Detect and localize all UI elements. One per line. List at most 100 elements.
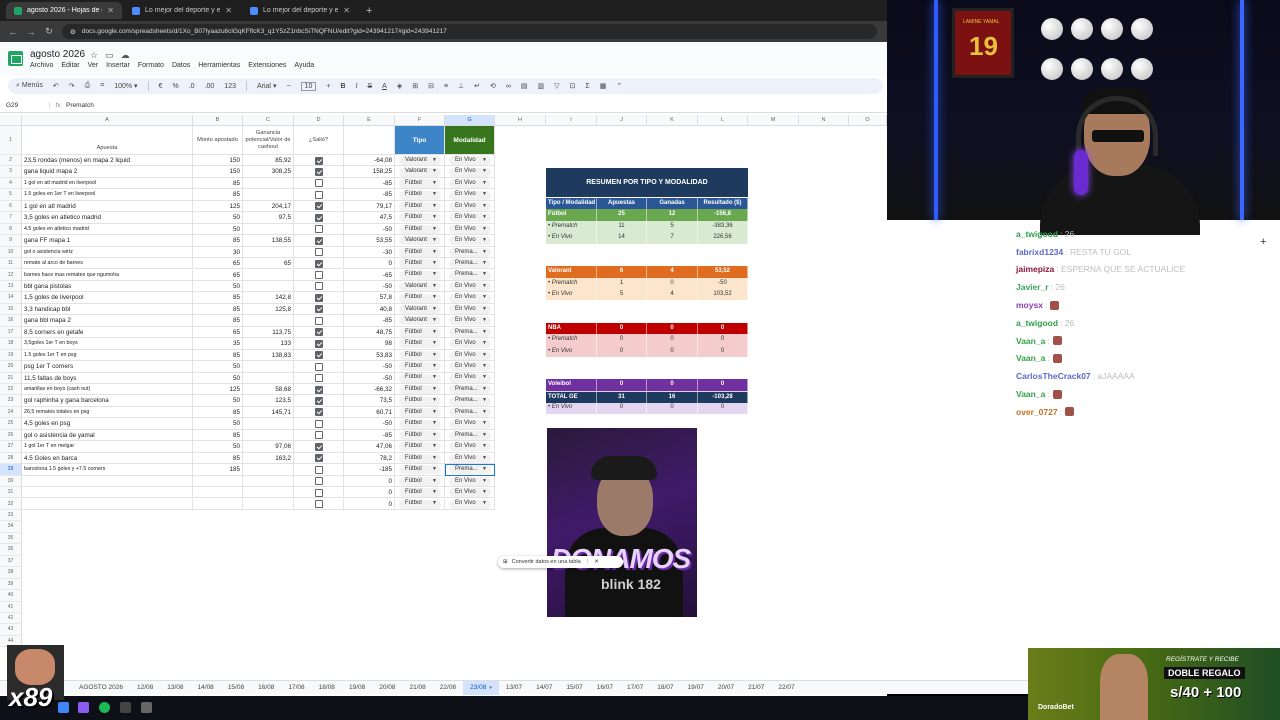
type-dropdown[interactable]: Valorant ▼ [399, 167, 441, 177]
modality-cell[interactable]: Prema... ▼ [445, 406, 495, 419]
result-cell[interactable]: 60,71 [344, 406, 395, 419]
select-all-corner[interactable] [0, 115, 22, 126]
row-header[interactable]: 4 [0, 177, 22, 190]
menu-item[interactable]: Herramientas [198, 62, 240, 69]
won-cell[interactable] [294, 177, 344, 190]
won-cell[interactable] [294, 303, 344, 316]
result-cell[interactable]: 79,17 [344, 200, 395, 213]
amount-cell[interactable]: 65 [193, 326, 243, 339]
won-checkbox[interactable] [315, 362, 323, 371]
result-cell[interactable]: -64,08 [344, 155, 395, 167]
modality-cell[interactable]: En Vivo ▼ [445, 223, 495, 236]
type-dropdown[interactable]: Fútbol ▼ [399, 339, 441, 349]
row-header[interactable]: 27 [0, 441, 22, 453]
type-cell[interactable]: Fútbol ▼ [395, 292, 445, 304]
result-cell[interactable]: 47,5 [344, 212, 395, 224]
modality-dropdown[interactable]: En Vivo ▼ [449, 373, 491, 383]
type-dropdown[interactable]: Fútbol ▼ [399, 430, 441, 440]
font-select[interactable]: Arial ▾ [257, 82, 276, 90]
modality-cell[interactable]: En Vivo ▼ [445, 177, 495, 190]
result-cell[interactable]: 0 [344, 498, 395, 510]
amount-cell[interactable]: 50 [193, 212, 243, 224]
column-header[interactable]: H [495, 115, 546, 126]
modality-dropdown[interactable]: Prema... ▼ [449, 259, 491, 269]
filter-icon[interactable]: ▽ [554, 82, 559, 90]
result-cell[interactable]: -30 [344, 246, 395, 259]
modality-cell[interactable]: Prema... ▼ [445, 269, 495, 281]
sheet-tab[interactable]: 23/08 ▾ [463, 680, 499, 695]
payout-cell[interactable] [243, 280, 294, 293]
amount-cell[interactable]: 85 [193, 429, 243, 442]
result-cell[interactable]: 40,8 [344, 303, 395, 316]
print-icon[interactable]: ⎙ [85, 82, 91, 90]
row-header[interactable]: 3 [0, 166, 22, 178]
won-cell[interactable] [294, 464, 344, 476]
modality-dropdown[interactable]: En Vivo ▼ [449, 224, 491, 234]
row-header[interactable]: 39 [0, 578, 22, 591]
type-dropdown[interactable]: Fútbol ▼ [399, 259, 441, 269]
result-cell[interactable]: 57,8 [344, 292, 395, 304]
close-tab-icon[interactable]: ✕ [343, 6, 350, 15]
bet-description-cell[interactable]: 26,5 remates totales en psg [22, 406, 193, 419]
row-header[interactable]: 6 [0, 200, 22, 213]
payout-cell[interactable]: 113,75 [243, 326, 294, 339]
modality-cell[interactable]: En Vivo ▼ [445, 155, 495, 167]
bet-description-cell[interactable]: gana FF mapa 1 [22, 235, 193, 247]
functions-icon[interactable]: Σ [585, 83, 589, 90]
column-header[interactable]: F [395, 115, 445, 126]
row-header[interactable]: 11 [0, 258, 22, 270]
type-dropdown[interactable]: Fútbol ▼ [399, 408, 441, 418]
result-cell[interactable]: 0 [344, 475, 395, 488]
sheet-tab[interactable]: 21/08 [403, 681, 433, 695]
sheet-tab[interactable]: 18/08 [312, 681, 342, 695]
won-cell[interactable] [294, 349, 344, 362]
amount-cell[interactable] [193, 498, 243, 510]
type-dropdown[interactable]: Fútbol ▼ [399, 453, 441, 463]
modality-cell[interactable]: En Vivo ▼ [445, 212, 495, 224]
result-cell[interactable]: -50 [344, 372, 395, 384]
result-cell[interactable]: 158,25 [344, 166, 395, 178]
modality-dropdown[interactable]: Prema... ▼ [449, 270, 491, 280]
won-checkbox[interactable] [315, 477, 323, 486]
type-cell[interactable]: Valorant ▼ [395, 155, 445, 167]
font-increase-icon[interactable]: + [326, 83, 330, 90]
modality-dropdown[interactable]: Prema... ▼ [449, 408, 491, 418]
result-cell[interactable]: -185 [344, 464, 395, 476]
payout-cell[interactable] [243, 246, 294, 259]
modality-dropdown[interactable]: En Vivo ▼ [449, 362, 491, 372]
modality-dropdown[interactable]: En Vivo ▼ [449, 476, 491, 486]
amount-cell[interactable]: 35 [193, 338, 243, 350]
input-tools-icon[interactable]: ▦ [600, 82, 607, 90]
modality-dropdown[interactable]: En Vivo ▼ [449, 339, 491, 349]
row-header[interactable]: 5 [0, 189, 22, 201]
row-header[interactable]: 28 [0, 452, 22, 465]
amount-cell[interactable]: 65 [193, 258, 243, 270]
valign-icon[interactable]: ⊥ [458, 82, 464, 90]
payout-cell[interactable]: 123,5 [243, 395, 294, 407]
type-cell[interactable]: Valorant ▼ [395, 166, 445, 178]
payout-cell[interactable]: 145,71 [243, 406, 294, 419]
amount-cell[interactable]: 50 [193, 418, 243, 430]
row-header[interactable]: 29 [0, 464, 22, 476]
payout-cell[interactable] [243, 315, 294, 327]
strikethrough-icon[interactable]: S [367, 83, 372, 90]
modality-cell[interactable]: En Vivo ▼ [445, 315, 495, 327]
won-checkbox[interactable] [315, 167, 323, 176]
menu-item[interactable]: Ayuda [294, 62, 314, 69]
type-dropdown[interactable]: Fútbol ▼ [399, 396, 441, 406]
type-dropdown[interactable]: Fútbol ▼ [399, 270, 441, 280]
fill-color-icon[interactable]: ◈ [397, 82, 402, 90]
menu-item[interactable]: Ver [88, 62, 99, 69]
amount-cell[interactable]: 125 [193, 384, 243, 396]
type-dropdown[interactable]: Valorant ▼ [399, 236, 441, 246]
won-checkbox[interactable] [315, 419, 323, 428]
amount-cell[interactable]: 50 [193, 361, 243, 373]
amount-cell[interactable]: 185 [193, 464, 243, 476]
modality-cell[interactable]: En Vivo ▼ [445, 349, 495, 362]
payout-cell[interactable] [243, 487, 294, 499]
bet-description-cell[interactable]: gana bbl mapa 2 [22, 315, 193, 327]
more-icon[interactable]: ⋮ [585, 559, 591, 565]
won-cell[interactable] [294, 155, 344, 167]
result-cell[interactable]: 53,83 [344, 349, 395, 362]
amount-cell[interactable]: 50 [193, 372, 243, 384]
